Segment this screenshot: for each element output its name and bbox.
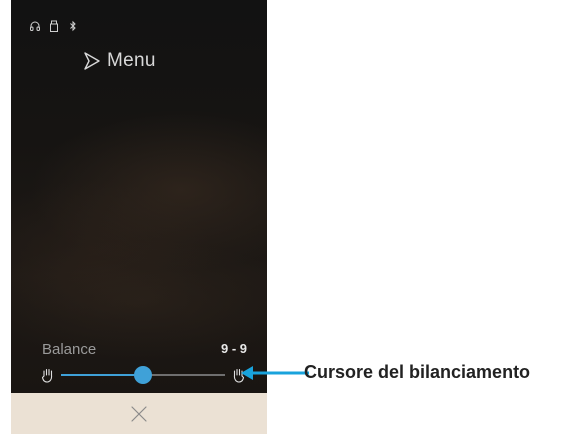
callout-label: Cursore del bilanciamento: [304, 362, 531, 382]
balance-slider[interactable]: [41, 363, 245, 387]
balance-label: Balance: [42, 341, 97, 358]
headphones-icon: [30, 21, 40, 31]
piano-app-screen: Menu Balance 9 - 9: [11, 0, 267, 434]
usb-icon: [50, 20, 58, 32]
menu-button[interactable]: Menu: [83, 50, 156, 72]
screen-background: Menu Balance 9 - 9: [11, 0, 267, 393]
bottom-bar: [11, 393, 267, 434]
status-bar: [30, 20, 78, 32]
close-icon[interactable]: [130, 405, 148, 423]
balance-value: 9 - 9: [220, 341, 247, 356]
slider-fill: [61, 374, 143, 376]
callout-arrow-icon: [241, 366, 309, 380]
hand-icon: [41, 368, 53, 383]
slider-knob[interactable]: [134, 366, 152, 384]
menu-label: Menu: [107, 50, 156, 71]
bluetooth-icon: [70, 20, 76, 32]
play-outline-icon: [84, 52, 100, 70]
